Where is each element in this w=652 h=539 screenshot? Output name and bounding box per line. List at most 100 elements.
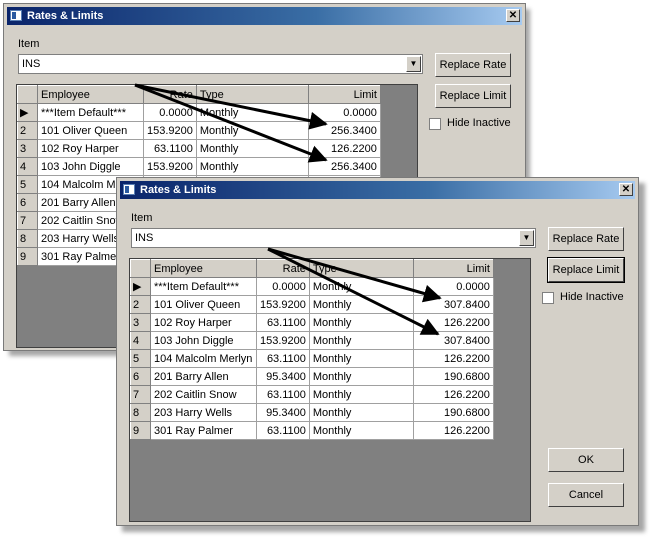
limit-cell[interactable]: 190.6800 — [412, 367, 494, 386]
rate-cell[interactable]: 95.3400 — [256, 367, 310, 386]
row-header[interactable]: 5 — [17, 175, 38, 194]
type-cell[interactable]: Monthly — [308, 349, 414, 368]
row-header[interactable]: 9 — [17, 247, 38, 266]
front-replace-limit-button[interactable]: Replace Limit — [547, 257, 625, 283]
rate-cell[interactable]: 63.1100 — [256, 313, 310, 332]
limit-cell[interactable]: 256.3400 — [307, 157, 381, 176]
back-title-bar[interactable]: Rates & Limits ✕ — [7, 7, 522, 25]
employee-cell[interactable]: 201 Barry Allen — [150, 367, 257, 386]
back-col-limit[interactable]: Limit — [307, 85, 381, 104]
employee-cell[interactable]: 101 Oliver Queen — [37, 121, 144, 140]
row-header[interactable]: 7 — [130, 385, 151, 404]
front-title-bar[interactable]: Rates & Limits ✕ — [120, 181, 635, 199]
chevron-down-icon[interactable]: ▼ — [519, 230, 534, 246]
limit-cell[interactable]: 126.2200 — [307, 139, 381, 158]
front-item-combo[interactable]: INS ▼ — [131, 228, 536, 248]
back-col-employee[interactable]: Employee — [37, 85, 144, 104]
row-header[interactable]: 5 — [130, 349, 151, 368]
employee-cell[interactable]: 103 John Diggle — [150, 331, 257, 350]
ok-button[interactable]: OK — [548, 448, 624, 472]
table-row[interactable]: 3 102 Roy Harper 63.1100 Monthly 126.2200 — [17, 139, 381, 158]
rate-cell[interactable]: 63.1100 — [143, 139, 197, 158]
table-row[interactable]: 7 202 Caitlin Snow 63.1100 Monthly 126.2200 — [130, 385, 494, 404]
type-cell[interactable]: Monthly — [308, 367, 414, 386]
front-hide-inactive-box[interactable] — [542, 292, 554, 304]
employee-cell[interactable]: 102 Roy Harper — [150, 313, 257, 332]
row-header[interactable]: ▶ — [130, 277, 151, 296]
row-header[interactable]: 8 — [17, 229, 38, 248]
front-replace-rate-button[interactable]: Replace Rate — [548, 227, 624, 251]
chevron-down-icon[interactable]: ▼ — [406, 56, 421, 72]
type-cell[interactable]: Monthly — [308, 313, 414, 332]
table-row[interactable]: ▶ ***Item Default*** 0.0000 Monthly 0.0000 — [17, 103, 381, 122]
front-col-limit[interactable]: Limit — [412, 259, 494, 278]
limit-cell[interactable]: 126.2200 — [412, 385, 494, 404]
rate-cell[interactable]: 63.1100 — [256, 349, 310, 368]
limit-cell[interactable]: 126.2200 — [412, 349, 494, 368]
front-col-employee[interactable]: Employee — [150, 259, 257, 278]
back-replace-rate-button[interactable]: Replace Rate — [435, 53, 511, 77]
table-row[interactable]: 8 203 Harry Wells 95.3400 Monthly 190.6800 — [130, 403, 494, 422]
rate-cell[interactable]: 0.0000 — [256, 277, 310, 296]
type-cell[interactable]: Monthly — [308, 385, 414, 404]
employee-cell[interactable]: 103 John Diggle — [37, 157, 144, 176]
back-col-rate[interactable]: Rate — [143, 85, 197, 104]
row-header[interactable]: 4 — [17, 157, 38, 176]
back-item-combo[interactable]: INS ▼ — [18, 54, 423, 74]
rate-cell[interactable]: 153.9200 — [143, 157, 197, 176]
table-row[interactable]: 9 301 Ray Palmer 63.1100 Monthly 126.2200 — [130, 421, 494, 440]
table-row[interactable]: 2 101 Oliver Queen 153.9200 Monthly 307.8400 — [130, 295, 494, 314]
employee-cell[interactable]: 203 Harry Wells — [150, 403, 257, 422]
type-cell[interactable]: Monthly — [308, 295, 414, 314]
front-rates-grid[interactable]: Employee Rate Type Limit ▶ ***Item Defaul… — [130, 259, 494, 440]
table-row[interactable]: 4 103 John Diggle 153.9200 Monthly 256.3400 — [17, 157, 381, 176]
cancel-button[interactable]: Cancel — [548, 483, 624, 507]
type-cell[interactable]: Monthly — [308, 421, 414, 440]
front-col-type[interactable]: Type — [308, 259, 414, 278]
row-header[interactable]: 2 — [130, 295, 151, 314]
type-cell[interactable]: Monthly — [308, 277, 414, 296]
rate-cell[interactable]: 63.1100 — [256, 421, 310, 440]
rate-cell[interactable]: 153.9200 — [256, 331, 310, 350]
rate-cell[interactable]: 63.1100 — [256, 385, 310, 404]
employee-cell[interactable]: ***Item Default*** — [150, 277, 257, 296]
employee-cell[interactable]: 104 Malcolm Merlyn — [150, 349, 257, 368]
back-col-type[interactable]: Type — [195, 85, 309, 104]
employee-cell[interactable]: 301 Ray Palmer — [150, 421, 257, 440]
row-header[interactable]: 3 — [17, 139, 38, 158]
limit-cell[interactable]: 126.2200 — [412, 421, 494, 440]
rate-cell[interactable]: 153.9200 — [143, 121, 197, 140]
limit-cell[interactable]: 307.8400 — [412, 331, 494, 350]
limit-cell[interactable]: 126.2200 — [412, 313, 494, 332]
table-row[interactable]: ▶ ***Item Default*** 0.0000 Monthly 0.0000 — [130, 277, 494, 296]
row-header[interactable]: ▶ — [17, 103, 38, 122]
type-cell[interactable]: Monthly — [308, 331, 414, 350]
limit-cell[interactable]: 0.0000 — [412, 277, 494, 296]
row-header[interactable]: 8 — [130, 403, 151, 422]
row-header[interactable]: 6 — [17, 193, 38, 212]
limit-cell[interactable]: 190.6800 — [412, 403, 494, 422]
table-row[interactable]: 4 103 John Diggle 153.9200 Monthly 307.8400 — [130, 331, 494, 350]
employee-cell[interactable]: 202 Caitlin Snow — [150, 385, 257, 404]
limit-cell[interactable]: 256.3400 — [307, 121, 381, 140]
employee-cell[interactable]: 101 Oliver Queen — [150, 295, 257, 314]
back-hide-inactive-box[interactable] — [429, 118, 441, 130]
front-col-rate[interactable]: Rate — [256, 259, 310, 278]
type-cell[interactable]: Monthly — [195, 121, 309, 140]
table-row[interactable]: 2 101 Oliver Queen 153.9200 Monthly 256.3400 — [17, 121, 381, 140]
rate-cell[interactable]: 95.3400 — [256, 403, 310, 422]
row-header[interactable]: 7 — [17, 211, 38, 230]
type-cell[interactable]: Monthly — [195, 157, 309, 176]
rate-cell[interactable]: 0.0000 — [143, 103, 197, 122]
back-replace-limit-button[interactable]: Replace Limit — [435, 84, 511, 108]
type-cell[interactable]: Monthly — [308, 403, 414, 422]
limit-cell[interactable]: 0.0000 — [307, 103, 381, 122]
row-header[interactable]: 3 — [130, 313, 151, 332]
row-header[interactable]: 6 — [130, 367, 151, 386]
type-cell[interactable]: Monthly — [195, 139, 309, 158]
limit-cell[interactable]: 307.8400 — [412, 295, 494, 314]
close-icon[interactable]: ✕ — [619, 183, 633, 196]
employee-cell[interactable]: ***Item Default*** — [37, 103, 144, 122]
table-row[interactable]: 3 102 Roy Harper 63.1100 Monthly 126.2200 — [130, 313, 494, 332]
close-icon[interactable]: ✕ — [506, 9, 520, 22]
